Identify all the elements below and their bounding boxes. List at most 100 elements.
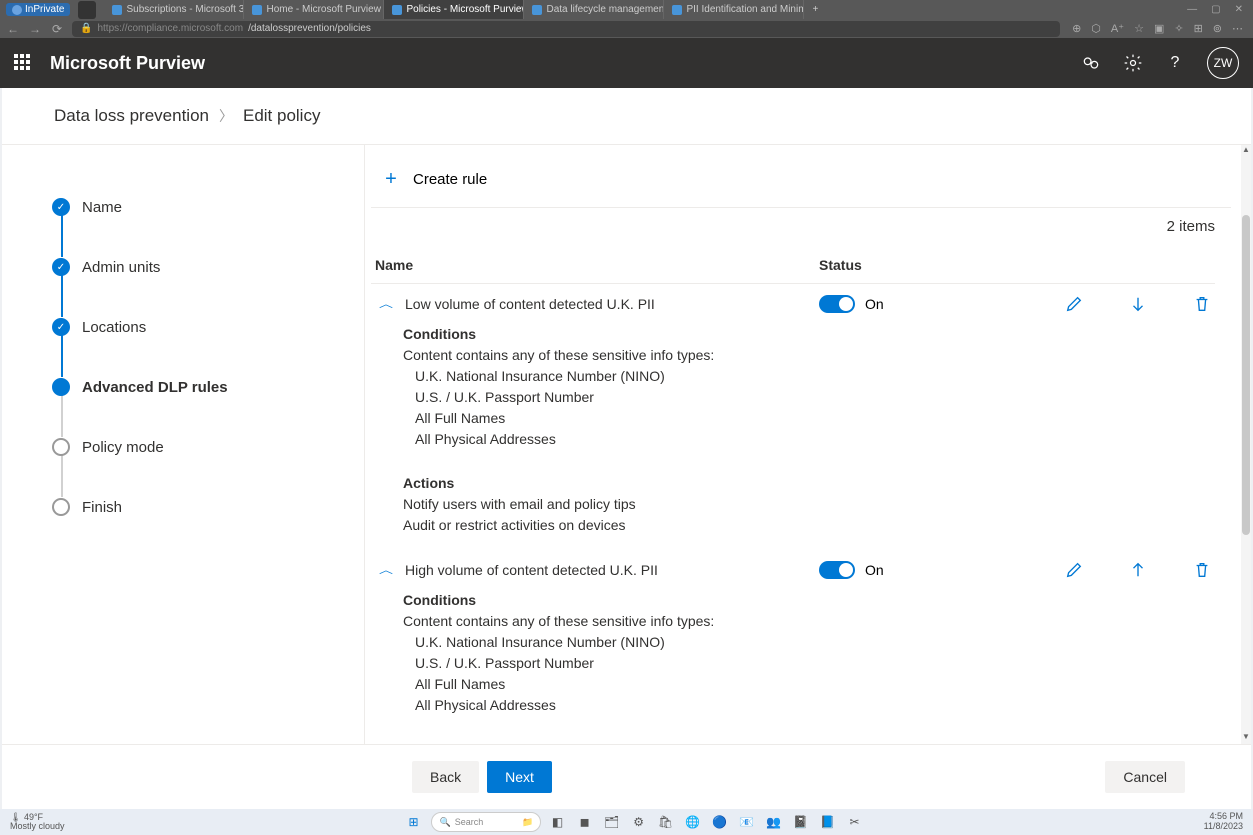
rule-name-cell[interactable]: ︿ High volume of content detected U.K. P… bbox=[371, 560, 819, 580]
create-rule-label: Create rule bbox=[413, 171, 487, 188]
word-icon[interactable]: 📘 bbox=[818, 812, 838, 832]
onenote-icon[interactable]: 📓 bbox=[791, 812, 811, 832]
status-toggle[interactable] bbox=[819, 295, 855, 313]
outlook-icon[interactable] bbox=[1081, 53, 1101, 73]
conditions-title: Conditions bbox=[403, 590, 1215, 611]
edit-icon[interactable] bbox=[1065, 561, 1083, 579]
maximize-icon[interactable]: ▢ bbox=[1211, 4, 1220, 15]
wizard-step-name[interactable]: Name bbox=[52, 177, 364, 237]
chevron-up-icon[interactable]: ︿ bbox=[379, 563, 393, 577]
tab-pii[interactable]: PII Identification and Minimizati✕ bbox=[664, 0, 804, 19]
search-placeholder: Search bbox=[455, 817, 484, 827]
window-controls: — ▢ ✕ bbox=[1187, 4, 1253, 15]
wizard-step-locations[interactable]: Locations bbox=[52, 297, 364, 357]
move-up-icon[interactable] bbox=[1129, 561, 1147, 579]
settings-taskbar-icon[interactable]: ⚙ bbox=[629, 812, 649, 832]
explorer-icon[interactable]: 🗂 bbox=[602, 812, 622, 832]
wizard-step-advanced-dlp[interactable]: Advanced DLP rules bbox=[52, 357, 364, 417]
scroll-down-icon[interactable]: ▼ bbox=[1241, 732, 1251, 744]
rule-details: Conditions Content contains any of these… bbox=[371, 586, 1215, 744]
split-icon[interactable]: ▣ bbox=[1154, 22, 1164, 35]
wizard-step-policy-mode[interactable]: Policy mode bbox=[52, 417, 364, 477]
main-scroll: + Create rule 2 items Name Status ︿ bbox=[365, 145, 1241, 744]
breadcrumb-root[interactable]: Data loss prevention bbox=[54, 106, 209, 126]
new-tab-button[interactable]: + bbox=[804, 0, 826, 19]
scroll-up-icon[interactable]: ▲ bbox=[1241, 145, 1251, 157]
favorite-icon[interactable]: ☆ bbox=[1134, 22, 1144, 35]
tab-actions-icon[interactable] bbox=[78, 1, 96, 19]
minimize-icon[interactable]: — bbox=[1187, 4, 1197, 15]
settings-icon[interactable] bbox=[1123, 53, 1143, 73]
favicon-icon bbox=[532, 5, 542, 15]
snip-icon[interactable]: ✂ bbox=[845, 812, 865, 832]
rule-actions bbox=[939, 295, 1215, 313]
tab-datalifecycle[interactable]: Data lifecycle management - M✕ bbox=[524, 0, 664, 19]
system-tray[interactable]: 4:56 PM 11/8/2023 bbox=[1204, 812, 1253, 832]
readaloud-icon[interactable]: A⁺ bbox=[1111, 22, 1124, 35]
rule-row: ︿ High volume of content detected U.K. P… bbox=[371, 550, 1215, 586]
taskbar-search[interactable]: 🔍 Search 📁 bbox=[431, 812, 541, 832]
start-icon[interactable]: ⊞ bbox=[404, 812, 424, 832]
tab-home[interactable]: Home - Microsoft Purview✕ bbox=[244, 0, 384, 19]
zoom-icon[interactable]: ⊕ bbox=[1072, 22, 1081, 35]
column-status: Status bbox=[819, 257, 939, 273]
actions-title: Actions bbox=[403, 473, 1215, 494]
chevron-up-icon[interactable]: ︿ bbox=[379, 297, 393, 311]
browser-tab-strip: InPrivate Subscriptions - Microsoft 365 … bbox=[0, 0, 1253, 19]
tab-subscriptions[interactable]: Subscriptions - Microsoft 365 ad✕ bbox=[104, 0, 244, 19]
help-icon[interactable]: ? bbox=[1165, 53, 1185, 73]
page: Data loss prevention 〉 Edit policy Name … bbox=[2, 88, 1251, 809]
profile-icon[interactable]: ⊚ bbox=[1213, 22, 1222, 35]
back-icon[interactable]: ← bbox=[6, 22, 20, 36]
rule-title: Low volume of content detected U.K. PII bbox=[405, 296, 655, 312]
wizard-step-finish[interactable]: Finish bbox=[52, 477, 364, 537]
forward-icon[interactable]: → bbox=[28, 22, 42, 36]
tab-policies[interactable]: Policies - Microsoft Purview✕ bbox=[384, 0, 524, 19]
create-rule-button[interactable]: + Create rule bbox=[371, 161, 1231, 197]
app-launcher-icon[interactable] bbox=[14, 54, 32, 72]
edge-icon[interactable]: 🌐 bbox=[683, 812, 703, 832]
teams-icon[interactable]: 👥 bbox=[764, 812, 784, 832]
delete-icon[interactable] bbox=[1193, 295, 1211, 313]
outlook-taskbar-icon[interactable]: 📧 bbox=[737, 812, 757, 832]
edit-icon[interactable] bbox=[1065, 295, 1083, 313]
condition-item: U.K. National Insurance Number (NINO) bbox=[403, 366, 1215, 387]
next-button[interactable]: Next bbox=[487, 761, 552, 793]
refresh-icon[interactable]: ⟳ bbox=[50, 22, 64, 36]
rules-table: Name Status ︿ Low volume of content dete… bbox=[371, 249, 1215, 744]
extensions-icon[interactable]: ⊞ bbox=[1194, 22, 1203, 35]
scrollbar[interactable]: ▲ ▼ bbox=[1241, 145, 1251, 744]
condition-item: U.S. / U.K. Passport Number bbox=[403, 653, 1215, 674]
condition-item: U.K. National Insurance Number (NINO) bbox=[403, 632, 1215, 653]
back-button[interactable]: Back bbox=[412, 761, 479, 793]
shopping-icon[interactable]: ⬡ bbox=[1091, 22, 1101, 35]
move-down-icon[interactable] bbox=[1129, 295, 1147, 313]
avatar[interactable]: ZW bbox=[1207, 47, 1239, 79]
actions-title: Actions bbox=[403, 739, 1215, 744]
rule-actions bbox=[939, 561, 1215, 579]
condition-item: U.S. / U.K. Passport Number bbox=[403, 387, 1215, 408]
delete-icon[interactable] bbox=[1193, 561, 1211, 579]
more-icon[interactable]: ⋯ bbox=[1232, 22, 1243, 35]
main-panel: + Create rule 2 items Name Status ︿ bbox=[365, 145, 1251, 744]
search-icon: 🔍 bbox=[440, 817, 451, 828]
cancel-button[interactable]: Cancel bbox=[1105, 761, 1185, 793]
widget1-icon[interactable]: ◼ bbox=[575, 812, 595, 832]
chrome-icon[interactable]: 🔵 bbox=[710, 812, 730, 832]
rule-name-cell[interactable]: ︿ Low volume of content detected U.K. PI… bbox=[371, 294, 819, 314]
current-step-icon bbox=[52, 378, 70, 396]
collections-icon[interactable]: ✧ bbox=[1174, 22, 1183, 35]
scrollbar-thumb[interactable] bbox=[1242, 215, 1250, 535]
tab-label: Data lifecycle management - M bbox=[546, 4, 664, 15]
store-icon[interactable]: 🛍 bbox=[656, 812, 676, 832]
weather-widget[interactable]: 🌡 49°F Mostly cloudy bbox=[0, 813, 65, 831]
url-input[interactable]: 🔒 https://compliance.microsoft.com/datal… bbox=[72, 21, 1060, 37]
close-window-icon[interactable]: ✕ bbox=[1235, 4, 1243, 15]
tab-label: Subscriptions - Microsoft 365 ad bbox=[126, 4, 244, 15]
status-toggle[interactable] bbox=[819, 561, 855, 579]
status-cell: On bbox=[819, 295, 939, 313]
taskview-icon[interactable]: ◧ bbox=[548, 812, 568, 832]
tabs-container: Subscriptions - Microsoft 365 ad✕ Home -… bbox=[104, 0, 826, 19]
favicon-icon bbox=[672, 5, 682, 15]
wizard-step-admin-units[interactable]: Admin units bbox=[52, 237, 364, 297]
